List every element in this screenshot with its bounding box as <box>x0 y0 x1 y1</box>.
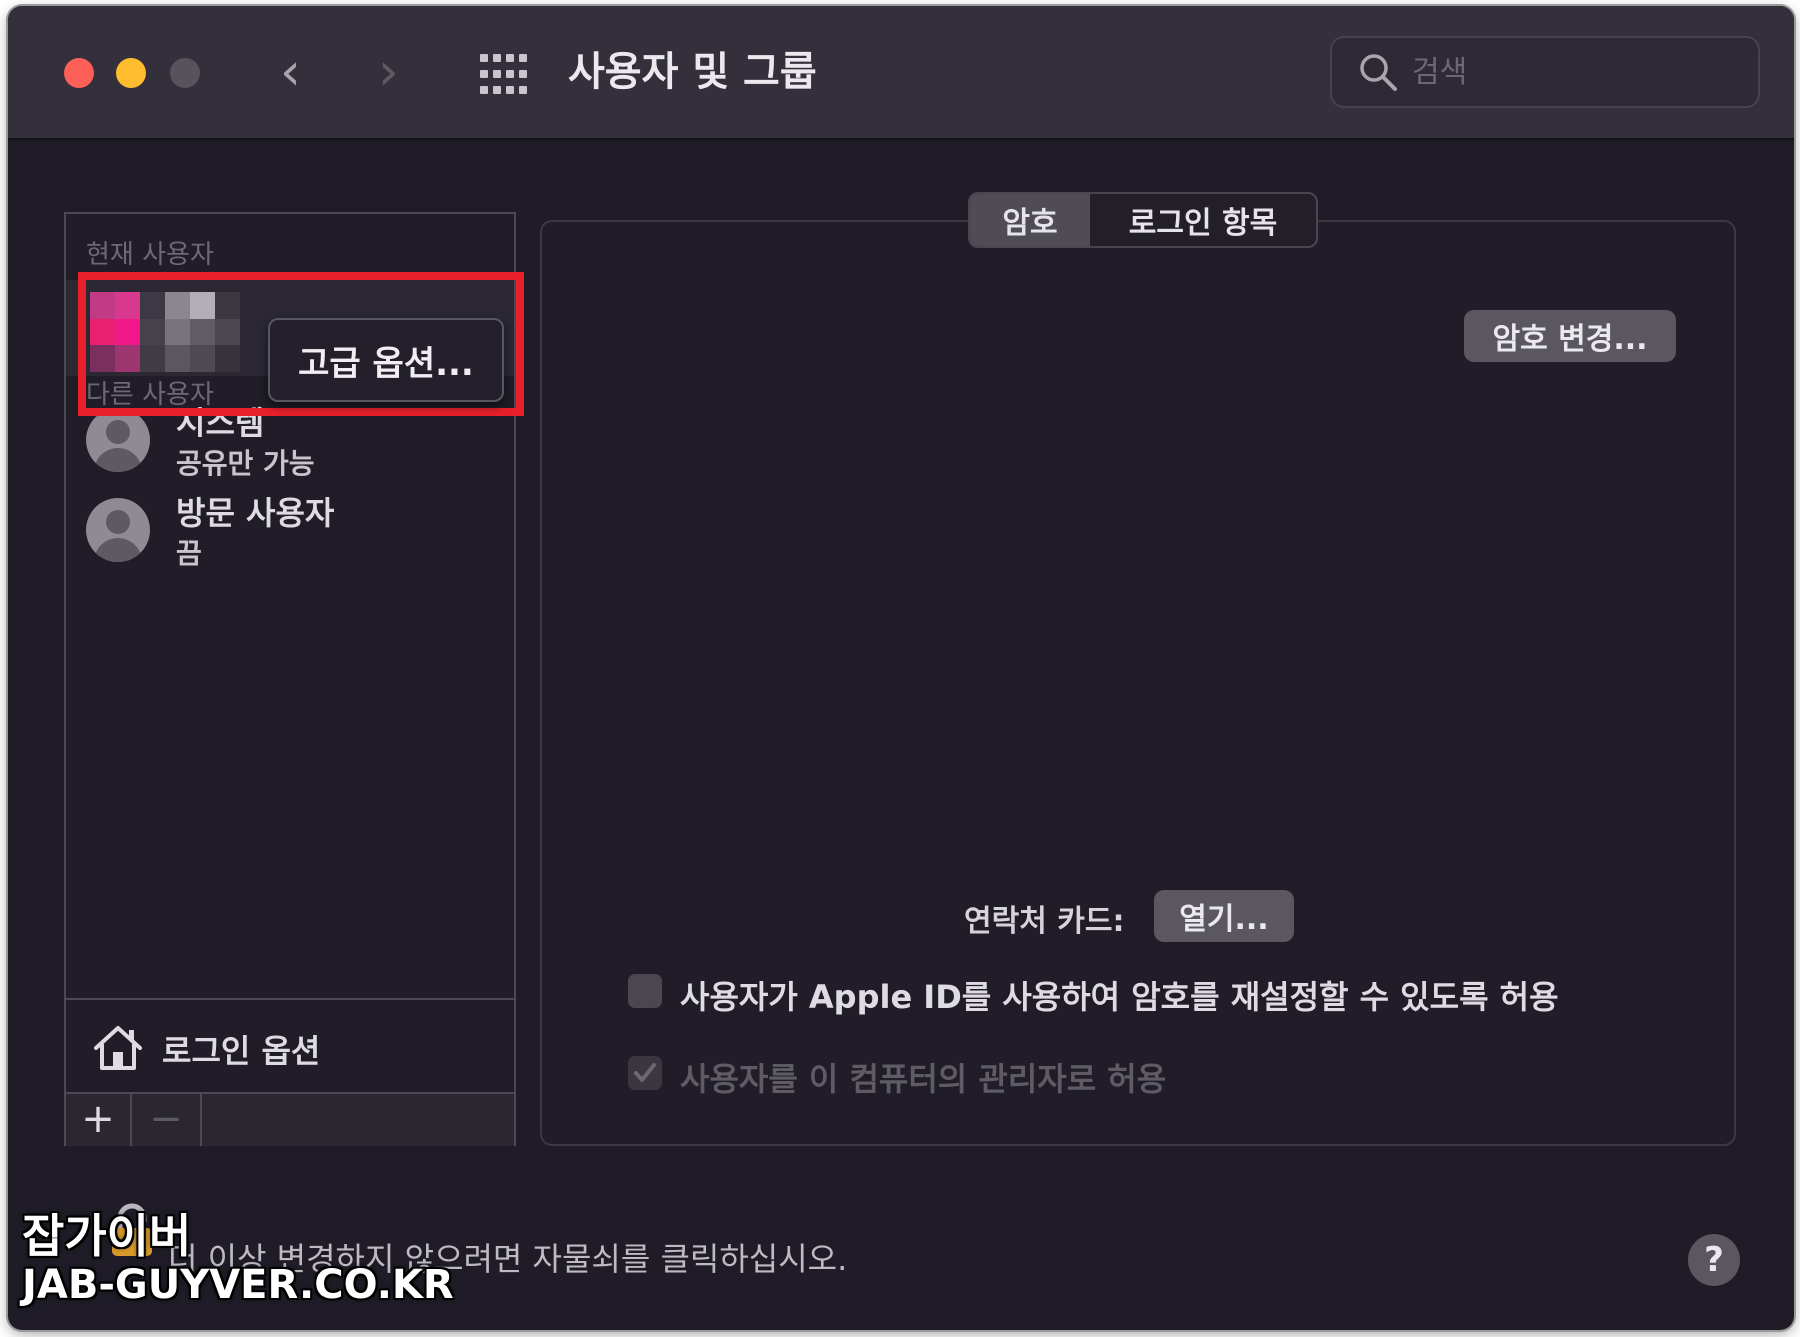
user-status: 공유만 가능 <box>176 447 315 480</box>
user-avatar-icon <box>86 408 150 472</box>
tab-login-items[interactable]: 로그인 항목 <box>1090 194 1316 246</box>
show-all-grid-icon[interactable] <box>480 54 527 94</box>
apple-id-reset-checkbox[interactable] <box>628 974 662 1008</box>
search-icon <box>1360 54 1397 91</box>
close-window-button[interactable] <box>64 58 94 88</box>
current-user-header: 현재 사용자 <box>86 240 214 270</box>
search-input[interactable] <box>1412 52 1732 92</box>
back-arrow-icon[interactable]: ‹ <box>280 46 301 98</box>
advanced-options-menu-item[interactable]: 고급 옵션... <box>268 318 504 402</box>
user-name: 방문 사용자 <box>176 494 335 532</box>
login-options-item[interactable]: 로그인 옵션 <box>66 998 514 1094</box>
forward-arrow-icon[interactable]: › <box>378 46 399 98</box>
change-password-button[interactable]: 암호 변경... <box>1464 310 1676 362</box>
home-icon <box>94 1026 142 1070</box>
admin-checkbox <box>628 1056 662 1090</box>
admin-label: 사용자를 이 컴퓨터의 관리자로 허용 <box>680 1060 1167 1098</box>
remove-user-button[interactable]: − <box>132 1094 202 1146</box>
login-options-label: 로그인 옵션 <box>162 1032 321 1070</box>
user-row-guest[interactable]: 방문 사용자 끔 <box>86 488 506 578</box>
zoom-window-button[interactable] <box>170 58 200 88</box>
tab-password[interactable]: 암호 <box>970 194 1090 246</box>
search-field[interactable] <box>1330 36 1760 108</box>
add-user-button[interactable]: + <box>66 1094 132 1146</box>
user-status: 끔 <box>176 537 202 570</box>
tab-bar: 암호 로그인 항목 <box>968 192 1318 248</box>
open-contact-button[interactable]: 열기... <box>1154 890 1294 942</box>
watermark-title: 잡가이버 <box>22 1209 192 1263</box>
help-button[interactable]: ? <box>1688 1234 1740 1286</box>
checkmark-icon <box>634 1063 656 1082</box>
preferences-window: ‹ › 사용자 및 그룹 현재 사용자 다른 사용자 시스템 공 <box>8 6 1794 1330</box>
sidebar-toolbar: + − <box>66 1092 514 1146</box>
title-bar: ‹ › 사용자 및 그룹 <box>8 6 1794 140</box>
window-title: 사용자 및 그룹 <box>568 49 817 95</box>
minimize-window-button[interactable] <box>116 58 146 88</box>
apple-id-reset-label: 사용자가 Apple ID를 사용하여 암호를 재설정할 수 있도록 허용 <box>680 978 1559 1016</box>
contact-card-label: 연락처 카드: <box>964 904 1125 939</box>
watermark-url: JAB-GUYVER.CO.KR <box>22 1262 454 1308</box>
user-avatar-icon <box>86 498 150 562</box>
